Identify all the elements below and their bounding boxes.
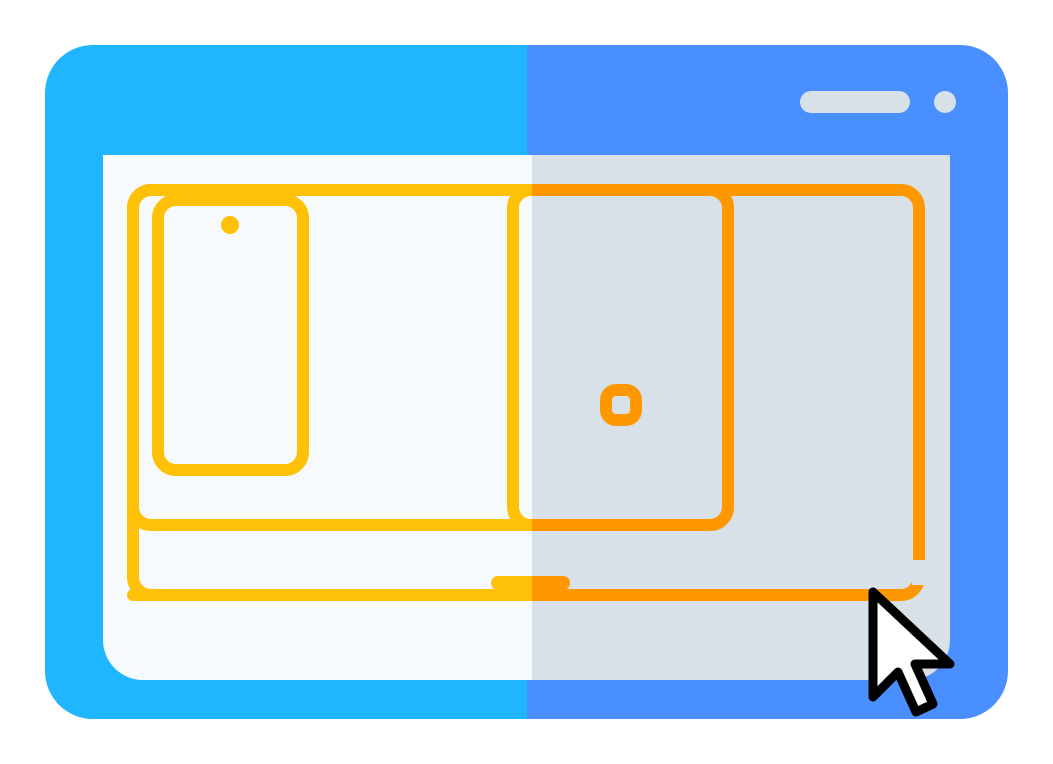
window-control-pill[interactable]: [800, 91, 910, 113]
window-control-dot[interactable]: [934, 91, 956, 113]
cursor-pointer-icon: [858, 582, 968, 732]
content-area: [103, 155, 950, 680]
content-bg-left: [103, 155, 532, 680]
